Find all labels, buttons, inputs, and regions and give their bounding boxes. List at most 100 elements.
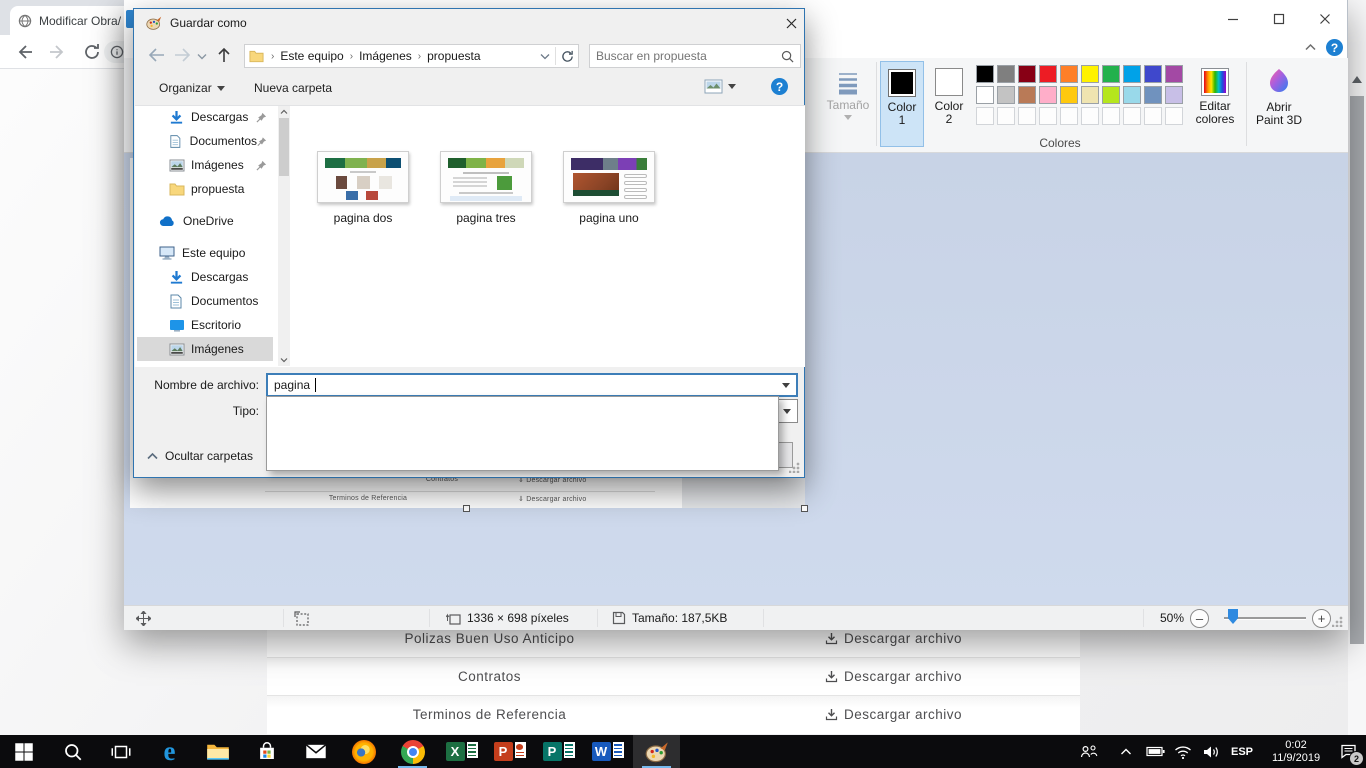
- close-button[interactable]: [1312, 8, 1338, 30]
- file-thumbnail-pagina-dos[interactable]: [317, 151, 409, 203]
- taskbar-powerpoint-button[interactable]: P: [486, 735, 533, 768]
- sidebar-item-descargas-pinned[interactable]: Descargas: [137, 105, 273, 129]
- palette-swatch-empty[interactable]: [1165, 107, 1183, 125]
- download-link[interactable]: Descargar archivo: [825, 669, 962, 684]
- browser-back-icon[interactable]: [14, 42, 34, 62]
- palette-swatch[interactable]: [1018, 65, 1036, 83]
- start-button[interactable]: [0, 735, 47, 768]
- palette-swatch[interactable]: [976, 65, 994, 83]
- dialog-titlebar[interactable]: Guardar como: [134, 9, 804, 37]
- hide-folders-button[interactable]: Ocultar carpetas: [147, 449, 253, 463]
- file-name[interactable]: pagina tres: [431, 211, 541, 225]
- palette-swatch[interactable]: [1060, 86, 1078, 104]
- sidebar-item-descargas[interactable]: Descargas: [137, 265, 273, 289]
- sidebar-item-imagenes-selected[interactable]: Imágenes: [137, 337, 273, 361]
- paint-help-icon[interactable]: ?: [1326, 39, 1343, 56]
- palette-swatch[interactable]: [976, 86, 994, 104]
- sidebar-scrollbar-thumb[interactable]: [279, 118, 289, 176]
- palette-swatch[interactable]: [1123, 65, 1141, 83]
- browser-forward-icon[interactable]: [48, 42, 68, 62]
- dialog-close-button[interactable]: [777, 11, 805, 35]
- sidebar-item-documentos[interactable]: Documentos: [137, 289, 273, 313]
- task-view-button[interactable]: [97, 735, 144, 768]
- sidebar-item-onedrive[interactable]: OneDrive: [137, 209, 273, 233]
- palette-swatch[interactable]: [1144, 86, 1162, 104]
- palette-swatch[interactable]: [1102, 86, 1120, 104]
- canvas-resize-handle-corner[interactable]: [801, 505, 808, 512]
- palette-swatch[interactable]: [1060, 65, 1078, 83]
- filename-dropdown-icon[interactable]: [782, 383, 790, 388]
- breadcrumb-segment[interactable]: Este equipo: [280, 49, 343, 63]
- filename-autocomplete-dropdown[interactable]: [266, 396, 779, 471]
- palette-swatch[interactable]: [1123, 86, 1141, 104]
- language-indicator[interactable]: ESP: [1226, 735, 1258, 768]
- sidebar-scrollbar[interactable]: [278, 106, 290, 366]
- dialog-back-icon[interactable]: [147, 47, 165, 63]
- people-tray-icon[interactable]: [1072, 735, 1106, 768]
- new-folder-button[interactable]: Nueva carpeta: [254, 81, 332, 95]
- filename-input[interactable]: pagina: [266, 373, 798, 397]
- edit-colors-button[interactable]: Editar colores: [1190, 61, 1240, 147]
- palette-swatch-empty[interactable]: [1039, 107, 1057, 125]
- breadcrumb-segment[interactable]: Imágenes: [359, 49, 412, 63]
- battery-tray-icon[interactable]: [1140, 735, 1170, 768]
- palette-swatch[interactable]: [997, 86, 1015, 104]
- dialog-help-icon[interactable]: ?: [771, 78, 788, 95]
- taskbar-publisher-button[interactable]: P: [535, 735, 582, 768]
- palette-swatch[interactable]: [1165, 65, 1183, 83]
- zoom-slider-thumb[interactable]: [1228, 609, 1238, 624]
- search-icon[interactable]: [781, 50, 794, 63]
- zoom-in-button[interactable]: +: [1312, 609, 1331, 628]
- browser-reload-icon[interactable]: [82, 42, 102, 62]
- taskbar-search-button[interactable]: [49, 735, 96, 768]
- file-name[interactable]: pagina dos: [308, 211, 418, 225]
- address-bar[interactable]: › Este equipo › Imágenes › propuesta: [244, 44, 579, 68]
- palette-swatch-empty[interactable]: [1081, 107, 1099, 125]
- sidebar-item-documentos-pinned[interactable]: Documentos: [137, 129, 273, 153]
- palette-swatch[interactable]: [1039, 86, 1057, 104]
- palette-swatch[interactable]: [1102, 65, 1120, 83]
- filetype-dropdown-icon[interactable]: [783, 409, 791, 414]
- dialog-resize-grip[interactable]: [789, 462, 800, 473]
- taskbar-chrome-button[interactable]: [389, 735, 436, 768]
- palette-swatch-empty[interactable]: [1102, 107, 1120, 125]
- open-paint3d-button[interactable]: Abrir Paint 3D: [1252, 61, 1306, 147]
- taskbar-excel-button[interactable]: X: [438, 735, 485, 768]
- sidebar-item-este-equipo[interactable]: Este equipo: [137, 241, 273, 265]
- palette-swatch[interactable]: [1039, 65, 1057, 83]
- clock[interactable]: 0:02 11/9/2019: [1260, 735, 1332, 768]
- palette-swatch[interactable]: [1081, 65, 1099, 83]
- file-thumbnail-pagina-tres[interactable]: [440, 151, 532, 203]
- window-resize-grip[interactable]: [1332, 616, 1343, 627]
- minimize-button[interactable]: [1220, 8, 1246, 30]
- show-hidden-icons-button[interactable]: [1112, 735, 1140, 768]
- scrollbar-up-icon[interactable]: [280, 109, 288, 115]
- refresh-icon[interactable]: [561, 50, 574, 63]
- address-dropdown-icon[interactable]: [540, 53, 550, 60]
- up-one-level-icon[interactable]: [216, 46, 232, 64]
- search-box[interactable]: [589, 44, 801, 68]
- history-dropdown-icon[interactable]: [197, 53, 207, 60]
- palette-swatch-empty[interactable]: [976, 107, 994, 125]
- view-mode-button[interactable]: [704, 79, 736, 94]
- browser-scrollbar-thumb[interactable]: [1350, 96, 1364, 644]
- breadcrumb-segment[interactable]: propuesta: [427, 49, 480, 63]
- canvas-resize-handle-bottom[interactable]: [463, 505, 470, 512]
- collapse-ribbon-icon[interactable]: [1304, 42, 1317, 53]
- dialog-forward-icon[interactable]: [174, 47, 192, 63]
- taskbar-mail-button[interactable]: [292, 735, 339, 768]
- file-thumbnail-pagina-uno[interactable]: [563, 151, 655, 203]
- download-link[interactable]: Descargar archivo: [825, 631, 962, 646]
- color2-button[interactable]: Color 2: [928, 61, 970, 147]
- palette-swatch-empty[interactable]: [1144, 107, 1162, 125]
- palette-swatch-empty[interactable]: [1018, 107, 1036, 125]
- site-info-icon[interactable]: [110, 45, 124, 59]
- taskbar-word-button[interactable]: W: [584, 735, 631, 768]
- palette-swatch-empty[interactable]: [997, 107, 1015, 125]
- sidebar-item-propuesta[interactable]: propuesta: [137, 177, 273, 201]
- sidebar-item-escritorio[interactable]: Escritorio: [137, 313, 273, 337]
- palette-swatch[interactable]: [1144, 65, 1162, 83]
- palette-swatch[interactable]: [1081, 86, 1099, 104]
- wifi-tray-icon[interactable]: [1168, 735, 1198, 768]
- taskbar-edge-button[interactable]: e: [146, 735, 193, 768]
